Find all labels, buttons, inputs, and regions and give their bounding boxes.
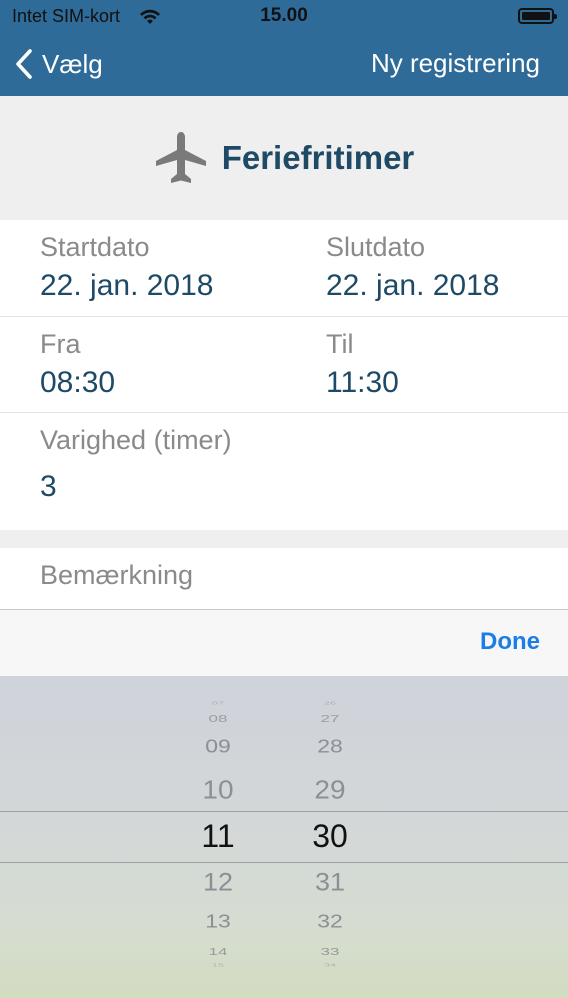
end-date-field[interactable]: Slutdato 22. jan. 2018 xyxy=(326,232,499,303)
back-label: Vælg xyxy=(42,48,103,79)
airplane-icon xyxy=(155,132,206,183)
time-row: Fra 08:30 Til 11:30 xyxy=(0,317,568,413)
start-date-label: Startdato xyxy=(40,232,150,262)
minute-option[interactable]: 31 xyxy=(290,869,370,895)
minute-option[interactable]: 27 xyxy=(290,713,370,723)
duration-row: Varighed (timer) 3 xyxy=(0,413,568,530)
time-picker[interactable]: 07 08 09 10 11 12 13 14 15 26 27 28 29 30 31 32 33 34 xyxy=(0,676,568,998)
end-date-value: 22. jan. 2018 xyxy=(326,269,500,302)
duration-field[interactable]: Varighed (timer) 3 xyxy=(40,425,232,504)
hour-option[interactable]: 09 xyxy=(178,737,258,756)
picker-selection-bottom-line xyxy=(0,862,568,863)
hour-option[interactable]: 08 xyxy=(178,713,258,723)
done-button[interactable]: Done xyxy=(480,628,540,656)
remark-placeholder: Bemærkning xyxy=(40,560,194,590)
minute-option[interactable]: 30 xyxy=(290,820,370,852)
chevron-left-icon xyxy=(16,49,32,79)
hour-option[interactable]: 12 xyxy=(178,869,258,895)
picker-toolbar: Done xyxy=(0,610,568,676)
duration-value: 3 xyxy=(40,470,57,503)
minute-option[interactable]: 33 xyxy=(290,946,370,956)
from-time-label: Fra xyxy=(40,329,81,359)
to-time-label: Til xyxy=(326,329,354,359)
hour-wheel[interactable]: 07 08 09 10 11 12 13 14 15 xyxy=(178,676,258,998)
from-time-field[interactable]: Fra 08:30 xyxy=(40,329,115,400)
page-title: Feriefritimer xyxy=(221,139,415,176)
hour-option[interactable]: 14 xyxy=(178,946,258,956)
minute-option[interactable]: 32 xyxy=(290,912,370,931)
minute-option[interactable]: 34 xyxy=(290,963,370,968)
date-row: Startdato 22. jan. 2018 Slutdato 22. jan… xyxy=(0,220,568,317)
to-time-value: 11:30 xyxy=(326,366,399,399)
new-registration-button[interactable]: Ny registrering xyxy=(371,48,540,79)
picker-selection-top-line xyxy=(0,811,568,812)
minute-wheel[interactable]: 26 27 28 29 30 31 32 33 34 xyxy=(290,676,370,998)
end-date-label: Slutdato xyxy=(326,232,426,262)
from-time-value: 08:30 xyxy=(40,366,116,399)
hour-option[interactable]: 11 xyxy=(178,820,258,852)
navigation-bar: Vælg Ny registrering xyxy=(0,32,568,96)
category-header: Feriefritimer xyxy=(0,96,568,220)
minute-option[interactable]: 28 xyxy=(290,737,370,756)
start-date-value: 22. jan. 2018 xyxy=(40,269,214,302)
hour-option[interactable]: 10 xyxy=(178,776,258,803)
duration-label: Varighed (timer) xyxy=(40,425,232,455)
remark-field[interactable]: Bemærkning xyxy=(0,548,568,610)
back-button[interactable]: Vælg xyxy=(14,46,103,82)
hour-option[interactable]: 13 xyxy=(178,912,258,931)
minute-option[interactable]: 26 xyxy=(290,701,370,706)
battery-icon xyxy=(518,8,557,24)
minute-option[interactable]: 29 xyxy=(290,776,370,803)
start-date-field[interactable]: Startdato 22. jan. 2018 xyxy=(40,232,213,303)
hour-option[interactable]: 15 xyxy=(178,963,258,968)
section-separator xyxy=(0,530,568,548)
status-bar: Intet SIM-kort 15.00 xyxy=(0,0,568,32)
hour-option[interactable]: 07 xyxy=(178,701,258,706)
to-time-field[interactable]: Til 11:30 xyxy=(326,329,399,400)
clock: 15.00 xyxy=(260,5,308,26)
